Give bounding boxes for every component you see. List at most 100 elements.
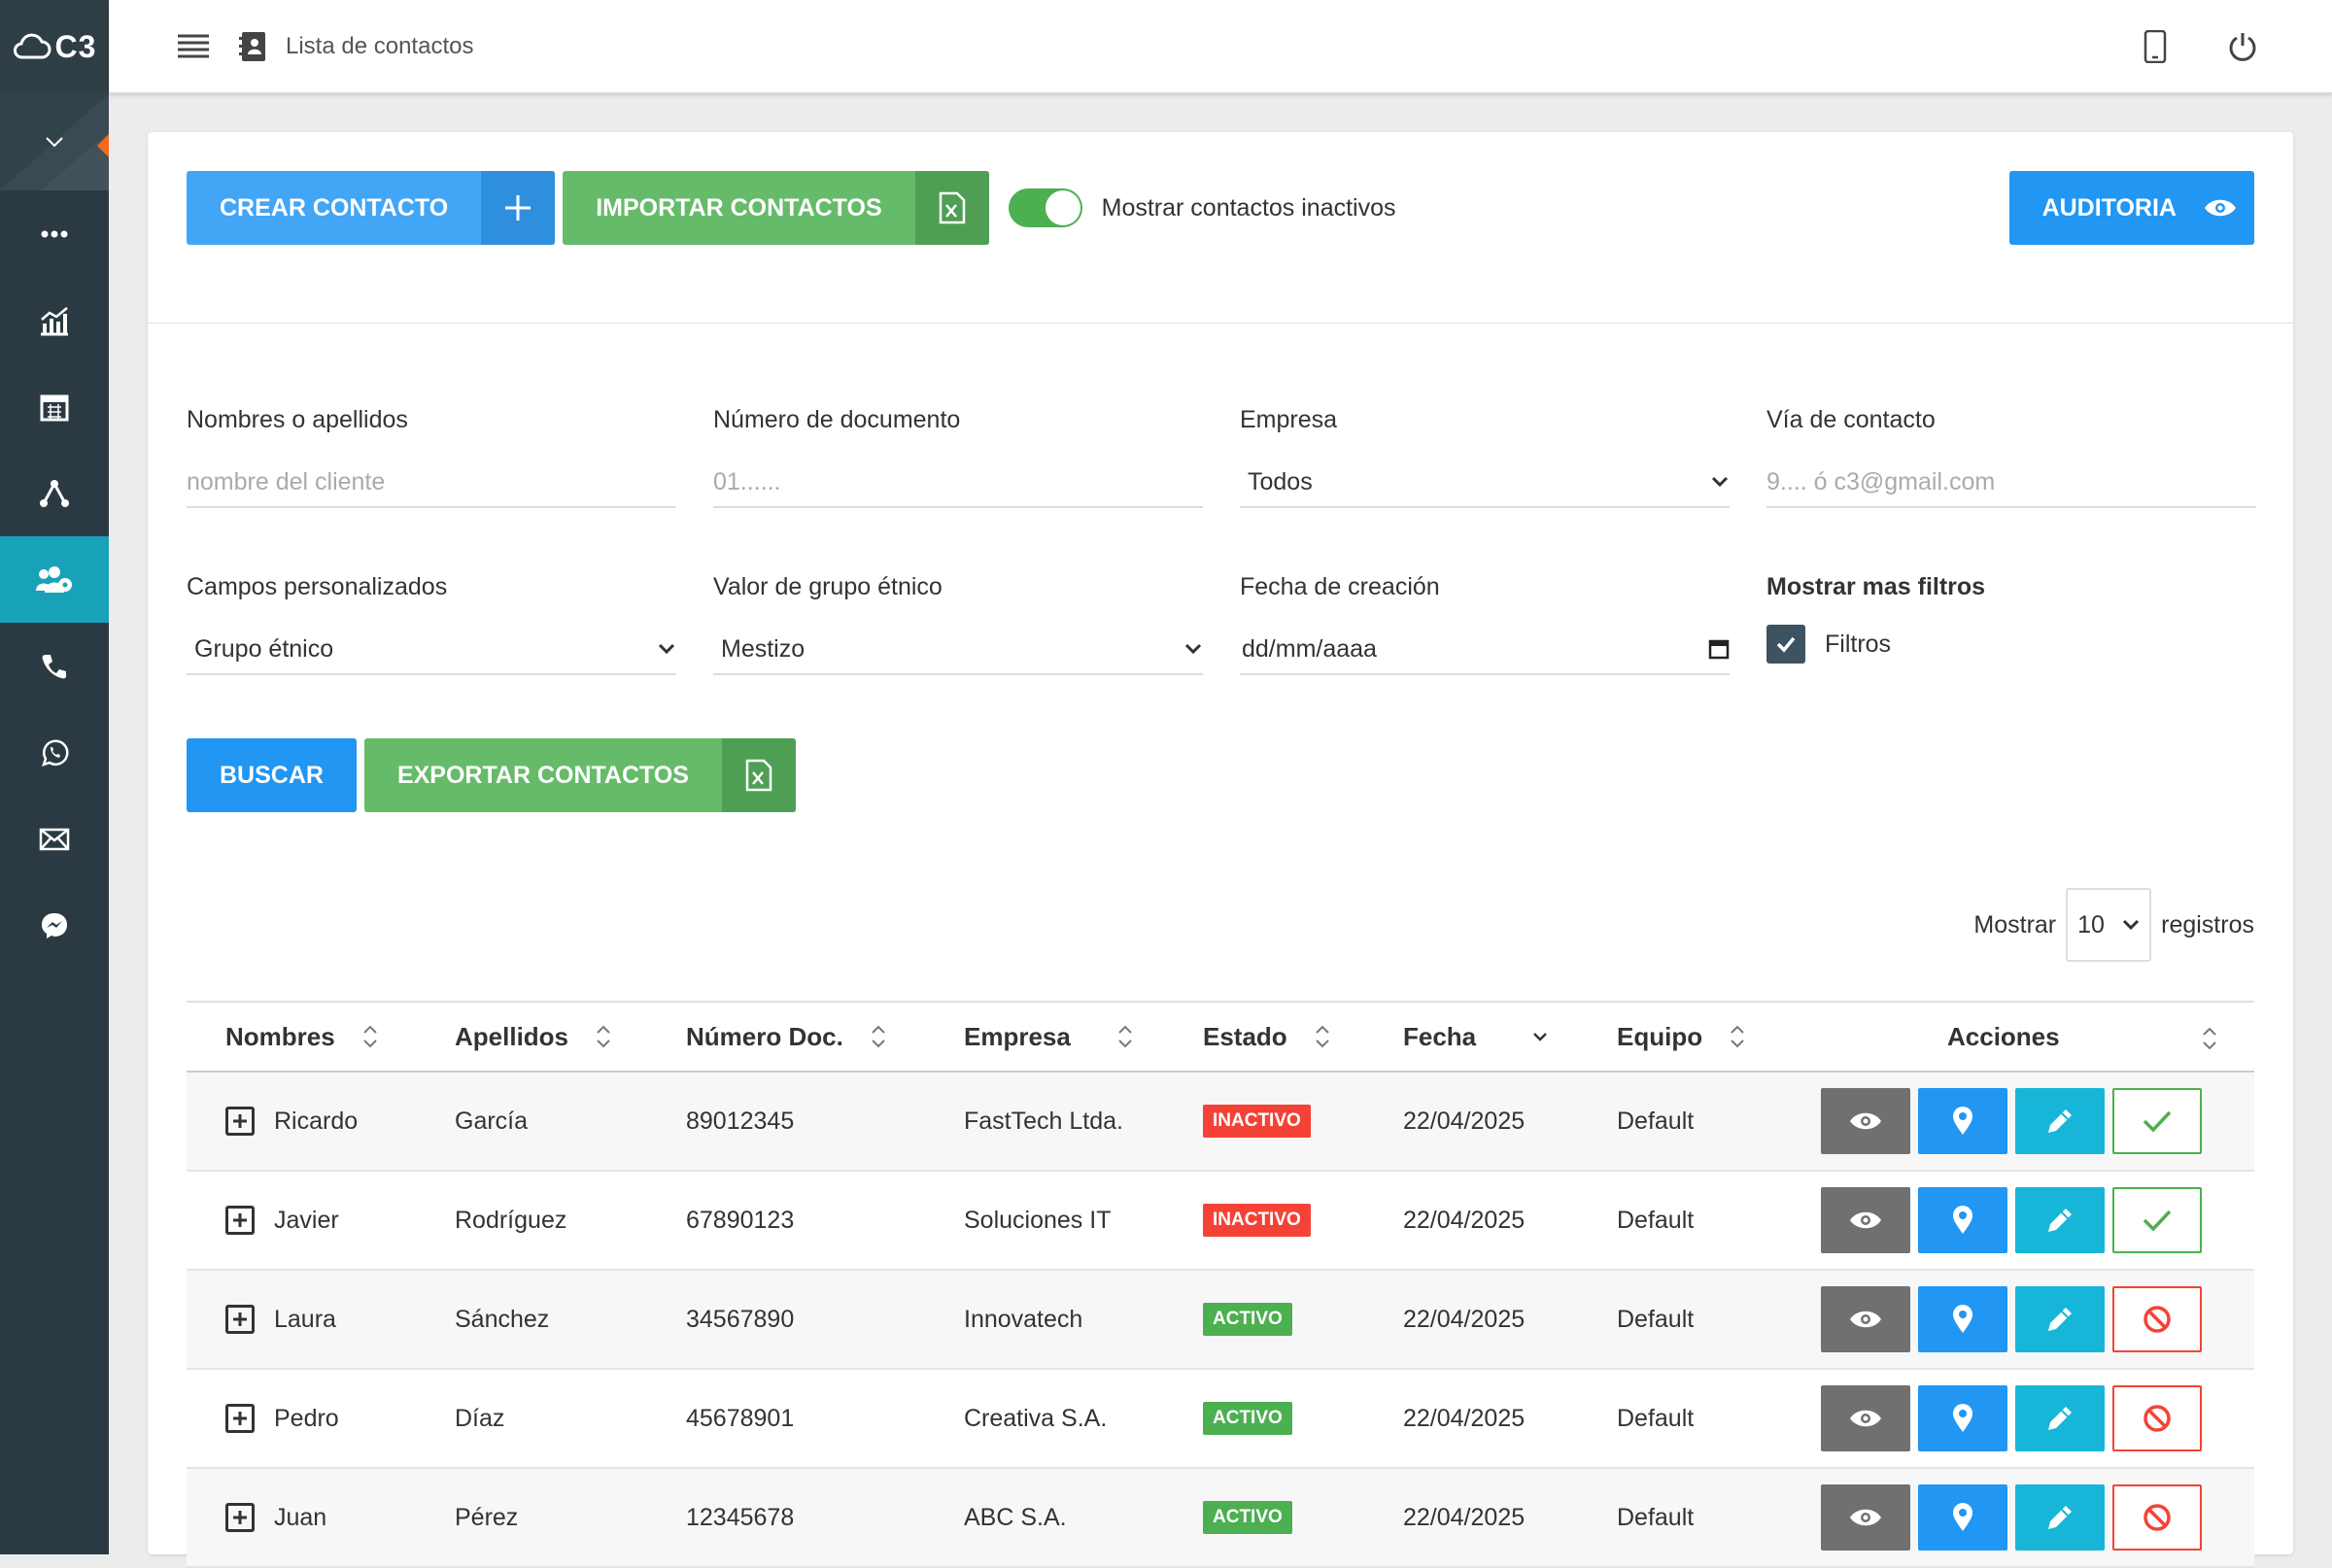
- edit-contact-button[interactable]: [2015, 1088, 2105, 1154]
- sidebar-item-mail[interactable]: [0, 796, 109, 882]
- cell-doc: 89012345: [686, 1107, 795, 1135]
- sort-icon: [1118, 1025, 1132, 1048]
- document-input[interactable]: 01......: [713, 458, 1203, 508]
- eye-icon: [1850, 1509, 1881, 1526]
- edit-contact-button[interactable]: [2015, 1385, 2105, 1451]
- show-inactive-toggle[interactable]: [1008, 188, 1082, 227]
- company-select[interactable]: Todos: [1240, 458, 1730, 508]
- sort-icon: [597, 1025, 610, 1048]
- column-equipo[interactable]: Equipo: [1617, 1022, 1745, 1052]
- sidebar-item-reports[interactable]: [0, 277, 109, 363]
- location-button[interactable]: [1918, 1187, 2007, 1253]
- column-estado[interactable]: Estado: [1203, 1022, 1330, 1052]
- status-badge: INACTIVO: [1203, 1204, 1311, 1237]
- pencil-icon: [2048, 1407, 2072, 1430]
- contact-input[interactable]: 9.... ó c3@gmail.com: [1766, 458, 2256, 508]
- activate-contact-button[interactable]: [2112, 1088, 2202, 1154]
- import-contacts-button[interactable]: IMPORTAR CONTACTOS: [563, 171, 989, 245]
- more-filters-checkbox[interactable]: Filtros: [1766, 625, 2256, 664]
- status-badge: INACTIVO: [1203, 1105, 1311, 1138]
- expand-row-icon[interactable]: [225, 1503, 255, 1532]
- calendar-icon: [40, 394, 69, 421]
- create-contact-button[interactable]: CREAR CONTACTO: [187, 171, 556, 245]
- cell-apellido: Díaz: [455, 1404, 505, 1432]
- deactivate-contact-button[interactable]: [2112, 1385, 2202, 1451]
- deactivate-contact-button[interactable]: [2112, 1286, 2202, 1352]
- filter-company: Empresa Todos: [1240, 406, 1730, 508]
- cell-empresa: Soluciones IT: [964, 1206, 1112, 1234]
- edit-contact-button[interactable]: [2015, 1286, 2105, 1352]
- hamburger-icon[interactable]: [177, 33, 210, 60]
- expand-row-icon[interactable]: [225, 1404, 255, 1433]
- cell-doc: 67890123: [686, 1206, 795, 1234]
- expand-row-icon[interactable]: [225, 1305, 255, 1334]
- location-button[interactable]: [1918, 1286, 2007, 1352]
- expand-row-icon[interactable]: [225, 1206, 255, 1235]
- messenger-icon: [42, 912, 67, 938]
- date-input[interactable]: dd/mm/aaaa: [1240, 625, 1730, 675]
- sort-icon: [1731, 1025, 1744, 1048]
- custom-field-select[interactable]: Grupo étnico: [187, 625, 676, 675]
- sidebar-item-messenger[interactable]: [0, 882, 109, 969]
- contacts-icon: [36, 565, 72, 593]
- table-row: Juan Pérez 12345678 ABC S.A. ACTIVO 22/0…: [187, 1469, 2254, 1568]
- cell-nombre: Laura: [274, 1305, 336, 1333]
- page-size-select[interactable]: 10: [2066, 888, 2152, 962]
- chevron-down-icon: [1711, 476, 1729, 488]
- check-icon: [1776, 636, 1796, 653]
- cell-empresa: FastTech Ltda.: [964, 1107, 1123, 1135]
- cell-equipo: Default: [1617, 1503, 1695, 1531]
- activate-contact-button[interactable]: [2112, 1187, 2202, 1253]
- column-fecha[interactable]: Fecha: [1403, 1022, 1548, 1052]
- view-contact-button[interactable]: [1821, 1187, 1910, 1253]
- map-pin-icon: [1953, 1404, 1972, 1432]
- sidebar-item-contacts[interactable]: [0, 536, 109, 623]
- sidebar-item-whatsapp[interactable]: [0, 709, 109, 796]
- search-button[interactable]: BUSCAR: [187, 738, 357, 812]
- divider: [148, 323, 2293, 324]
- location-button[interactable]: [1918, 1088, 2007, 1154]
- filter-date: Fecha de creación dd/mm/aaaa: [1240, 573, 1730, 675]
- sidebar-item-network[interactable]: [0, 450, 109, 536]
- export-contacts-button[interactable]: EXPORTAR CONTACTOS: [363, 738, 796, 812]
- sidebar-item-calendar[interactable]: [0, 363, 109, 450]
- contacts-book-icon: [239, 31, 265, 61]
- mobile-icon[interactable]: [2143, 29, 2167, 63]
- status-badge: ACTIVO: [1203, 1303, 1292, 1336]
- power-icon[interactable]: [2227, 31, 2258, 62]
- view-contact-button[interactable]: [1821, 1484, 1910, 1551]
- cell-doc: 34567890: [686, 1305, 795, 1333]
- logo-text: C3: [54, 28, 97, 64]
- column-apellidos[interactable]: Apellidos: [455, 1022, 611, 1052]
- cell-empresa: Creativa S.A.: [964, 1404, 1108, 1432]
- column-acciones[interactable]: Acciones: [1947, 1022, 2060, 1052]
- name-input[interactable]: nombre del cliente: [187, 458, 676, 508]
- audit-button[interactable]: AUDITORIA: [2008, 171, 2254, 245]
- eye-icon: [2205, 199, 2236, 217]
- deactivate-contact-button[interactable]: [2112, 1484, 2202, 1551]
- view-contact-button[interactable]: [1821, 1088, 1910, 1154]
- sidebar-item-more[interactable]: [0, 190, 109, 277]
- column-numero-doc[interactable]: Número Doc.: [686, 1022, 886, 1052]
- table-header: Nombres Apellidos Número Doc. Empresa Es…: [187, 1001, 2254, 1073]
- view-contact-button[interactable]: [1821, 1286, 1910, 1352]
- expand-row-icon[interactable]: [225, 1107, 255, 1136]
- column-nombres[interactable]: Nombres: [225, 1022, 378, 1052]
- view-contact-button[interactable]: [1821, 1385, 1910, 1451]
- edit-contact-button[interactable]: [2015, 1484, 2105, 1551]
- user-menu[interactable]: [0, 93, 109, 190]
- sidebar: C3: [0, 0, 109, 1554]
- sidebar-item-phone[interactable]: [0, 623, 109, 709]
- check-icon: [2143, 1110, 2172, 1133]
- column-empresa[interactable]: Empresa: [964, 1022, 1133, 1052]
- ethnic-select[interactable]: Mestizo: [713, 625, 1203, 675]
- eye-icon: [1850, 1112, 1881, 1130]
- edit-contact-button[interactable]: [2015, 1187, 2105, 1253]
- location-button[interactable]: [1918, 1484, 2007, 1551]
- plus-icon: [505, 195, 532, 221]
- map-pin-icon: [1953, 1503, 1972, 1531]
- pencil-icon: [2048, 1109, 2072, 1133]
- cell-apellido: Pérez: [455, 1503, 519, 1531]
- logo[interactable]: C3: [0, 0, 109, 93]
- location-button[interactable]: [1918, 1385, 2007, 1451]
